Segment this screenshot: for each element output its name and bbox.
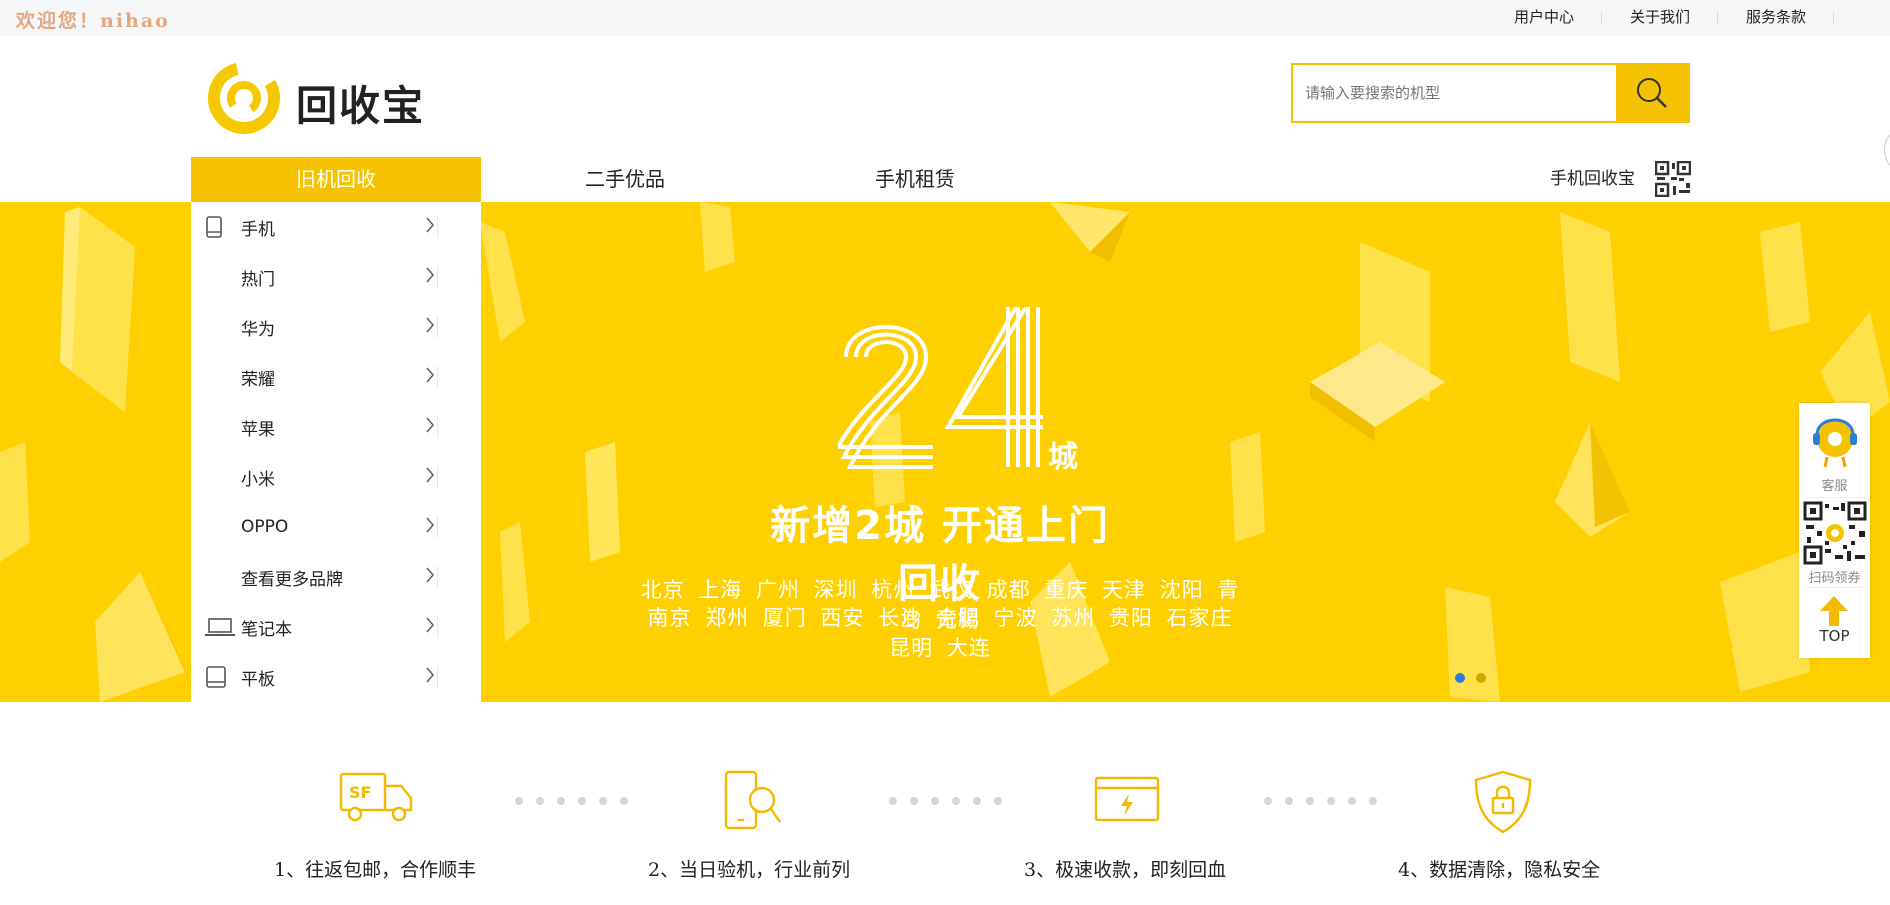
- category-label: 平板: [241, 669, 275, 690]
- category-label: 荣耀: [241, 369, 275, 390]
- feature-text-3: 3、极速收款，即刻回血: [1024, 859, 1227, 881]
- feature-text-1: 1、往返包邮，合作顺丰: [274, 859, 477, 881]
- category-more-brands[interactable]: 查看更多品牌: [191, 552, 481, 602]
- welcome-text: 欢迎您！nihao: [16, 10, 170, 32]
- chevron-right-icon: [426, 567, 435, 583]
- category-label: 小米: [241, 469, 275, 490]
- coupon-qr-label: 扫码领券: [1808, 571, 1861, 586]
- phone-inspect-icon: [724, 770, 781, 830]
- category-label: 苹果: [241, 419, 275, 440]
- category-label: 热门: [241, 269, 275, 290]
- chevron-right-icon: [426, 217, 435, 233]
- logo-text: 回收宝: [296, 82, 425, 130]
- customer-service-icon: [1813, 418, 1857, 468]
- side-float-panel: 客服 扫码领券 TOP: [1799, 403, 1870, 658]
- feature-text-2: 2、当日验机，行业前列: [648, 859, 851, 881]
- shield-lock-icon: [1474, 770, 1532, 834]
- logo-mark-icon: [208, 62, 280, 134]
- chevron-right-icon: [426, 467, 435, 483]
- chevron-right-icon: [426, 267, 435, 283]
- category-tablet[interactable]: 平板: [191, 652, 481, 702]
- sf-truck-icon: SF: [339, 772, 413, 822]
- top-bar: 欢迎您！nihao 用户中心 关于我们 服务条款: [0, 0, 1890, 36]
- chevron-right-icon: [426, 617, 435, 633]
- category-label: OPPO: [241, 517, 289, 537]
- category-label: 手机: [241, 219, 275, 240]
- feature-text-4: 4、数据清除，隐私安全: [1398, 859, 1601, 881]
- category-oppo[interactable]: OPPO: [191, 502, 481, 552]
- chevron-right-icon: [426, 317, 435, 333]
- category-apple[interactable]: 苹果: [191, 402, 481, 452]
- banner-pagination: [1455, 673, 1486, 683]
- customer-service-button[interactable]: 客服: [1799, 403, 1870, 495]
- category-menu: 手机 热门 华为 荣耀 苹果 小米 OPPO 查看更多品牌 笔记本 平板: [191, 202, 481, 702]
- chevron-right-icon: [426, 417, 435, 433]
- banner-cities-line2: 南京 郑州 厦门 西安 长沙 合肥 宁波 苏州 贵阳 石家庄 昆明 大连: [647, 606, 1233, 660]
- banner-unit: 城: [1048, 440, 1078, 472]
- about-us-link[interactable]: 关于我们: [1602, 0, 1718, 36]
- category-label: 华为: [241, 319, 275, 340]
- customer-service-label: 客服: [1821, 479, 1848, 494]
- category-phone[interactable]: 手机: [191, 202, 481, 252]
- slide-dot-1[interactable]: [1455, 673, 1465, 683]
- nav-second-hand[interactable]: 二手优品: [585, 157, 665, 202]
- search-box: [1291, 63, 1690, 123]
- laptop-icon: [205, 618, 235, 636]
- category-hot[interactable]: 热门: [191, 252, 481, 302]
- nav-rental[interactable]: 手机租赁: [875, 157, 955, 202]
- category-label: 笔记本: [241, 619, 292, 640]
- search-icon: [1637, 78, 1667, 108]
- phone-icon: [206, 216, 222, 238]
- terms-link[interactable]: 服务条款: [1718, 0, 1834, 36]
- slide-dot-2[interactable]: [1476, 673, 1486, 683]
- chevron-right-icon: [426, 517, 435, 533]
- user-center-link[interactable]: 用户中心: [1514, 0, 1602, 36]
- nav-recycle[interactable]: 旧机回收: [191, 157, 481, 202]
- top-links: 用户中心 关于我们 服务条款: [1514, 0, 1890, 36]
- logo[interactable]: 回收宝: [206, 58, 456, 136]
- step-connector-2: [889, 797, 1002, 805]
- card-payment-icon: [1094, 776, 1160, 822]
- category-xiaomi[interactable]: 小米: [191, 452, 481, 502]
- arrow-up-icon: [1820, 596, 1848, 626]
- category-laptop[interactable]: 笔记本: [191, 602, 481, 652]
- edge-widget[interactable]: [1884, 130, 1890, 170]
- user-center-label: 用户中心: [1513, 8, 1574, 26]
- back-to-top-label: TOP: [1819, 627, 1850, 645]
- step-connector-3: [1264, 797, 1377, 805]
- category-label: 查看更多品牌: [241, 569, 343, 590]
- category-honor[interactable]: 荣耀: [191, 352, 481, 402]
- banner-24-graphic: 城: [838, 307, 1078, 472]
- back-to-top-button[interactable]: TOP: [1799, 589, 1870, 657]
- category-huawei[interactable]: 华为: [191, 302, 481, 352]
- chevron-right-icon: [426, 367, 435, 383]
- qr-code-icon[interactable]: [1655, 161, 1691, 197]
- coupon-qr-code-icon[interactable]: [1803, 501, 1867, 565]
- about-us-label: 关于我们: [1629, 8, 1690, 26]
- nav-app-label[interactable]: 手机回收宝: [1550, 164, 1635, 189]
- search-input[interactable]: [1305, 65, 1625, 121]
- step-connector-1: [515, 797, 628, 805]
- chevron-right-icon: [426, 667, 435, 683]
- terms-label: 服务条款: [1745, 8, 1806, 26]
- search-button[interactable]: [1616, 65, 1688, 121]
- svg-text:SF: SF: [349, 783, 371, 802]
- tablet-icon: [206, 666, 226, 688]
